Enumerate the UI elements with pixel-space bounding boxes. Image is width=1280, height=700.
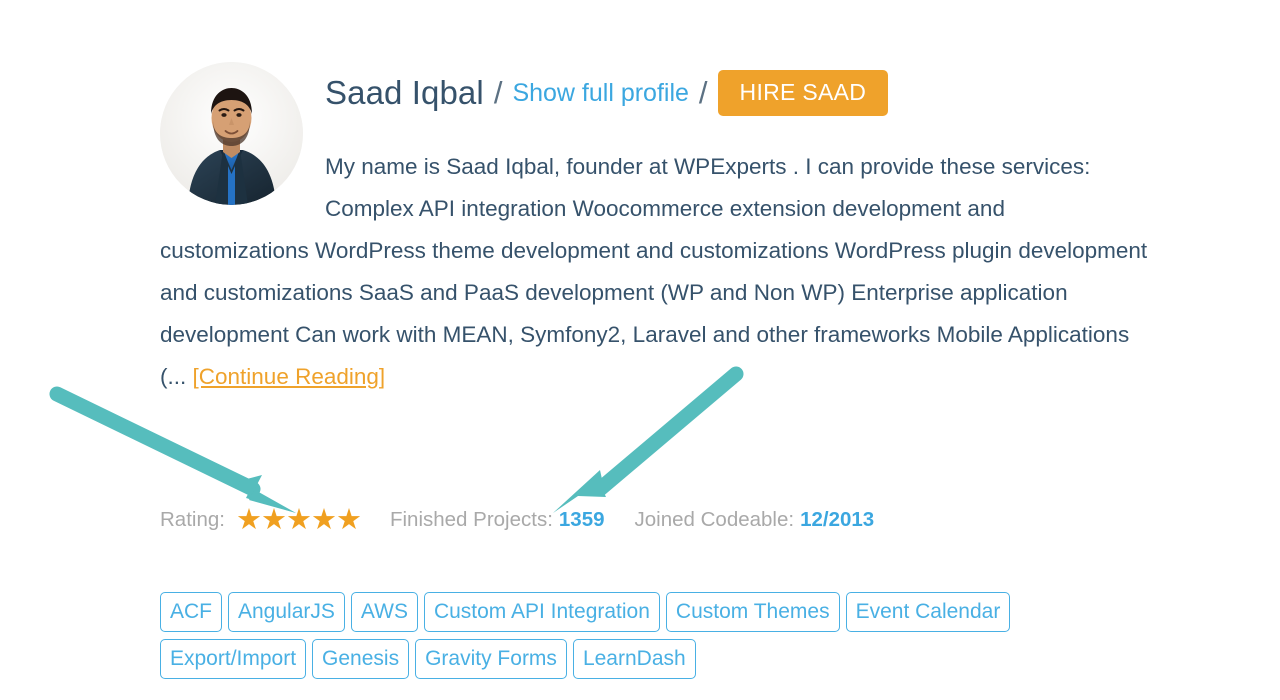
star-icon: ★ — [285, 504, 312, 536]
profile-header-row: Saad Iqbal / Show full profile / HIRE SA… — [325, 62, 1150, 124]
star-icon: ★ — [310, 504, 337, 536]
hire-saad-button[interactable]: HIRE SAAD — [717, 70, 889, 116]
finished-projects-label: Finished Projects: — [389, 508, 553, 531]
star-icon: ★ — [235, 504, 262, 536]
rating-stars: ★ ★ ★ ★ ★ — [235, 504, 362, 536]
skill-tag[interactable]: Genesis — [312, 639, 410, 679]
annotation-arrow-to-rating — [49, 386, 296, 513]
name-separator-2: / — [698, 75, 708, 110]
skill-tag[interactable]: Event Calendar — [845, 592, 1011, 632]
rating-label: Rating: — [160, 508, 225, 531]
joined-codeable-value: 12/2013 — [800, 508, 875, 531]
avatar-photo — [160, 62, 303, 205]
avatar[interactable] — [160, 62, 303, 205]
skill-tag[interactable]: Export/Import — [160, 639, 307, 679]
joined-codeable-label: Joined Codeable: — [634, 508, 795, 531]
finished-projects-block: Finished Projects: 1359 — [390, 508, 605, 532]
profile-bio: My name is Saad Iqbal, founder at WPExpe… — [160, 146, 1150, 398]
rating-block: Rating: ★ ★ ★ ★ ★ — [160, 504, 371, 536]
skill-tag[interactable]: Custom Themes — [665, 592, 840, 632]
skill-tag[interactable]: ACF — [160, 592, 222, 632]
star-icon: ★ — [335, 504, 362, 536]
page-title: Saad Iqbal — [325, 74, 484, 111]
profile-page: Saad Iqbal / Show full profile / HIRE SA… — [0, 0, 1280, 700]
star-icon: ★ — [260, 504, 287, 536]
bio-text: My name is Saad Iqbal, founder at WPExpe… — [160, 154, 1148, 389]
show-full-profile-link[interactable]: Show full profile — [512, 79, 688, 108]
continue-reading-link[interactable]: [Continue Reading] — [193, 364, 386, 389]
skill-tag-list: ACF AngularJS AWS Custom API Integration… — [160, 592, 1160, 679]
joined-codeable-block: Joined Codeable: 12/2013 — [635, 508, 875, 532]
skill-tag[interactable]: Gravity Forms — [415, 639, 567, 679]
finished-projects-value: 1359 — [558, 508, 605, 531]
skill-tag[interactable]: AWS — [350, 592, 418, 632]
skill-tag[interactable]: AngularJS — [228, 592, 345, 632]
name-separator-1: / — [493, 75, 503, 110]
skill-tag[interactable]: LearnDash — [572, 639, 696, 679]
skill-tag[interactable]: Custom API Integration — [423, 592, 660, 632]
profile-stats-row: Rating: ★ ★ ★ ★ ★ Finished Projects: 135… — [160, 504, 875, 536]
freelancer-profile-card: Saad Iqbal / Show full profile / HIRE SA… — [160, 62, 1150, 398]
